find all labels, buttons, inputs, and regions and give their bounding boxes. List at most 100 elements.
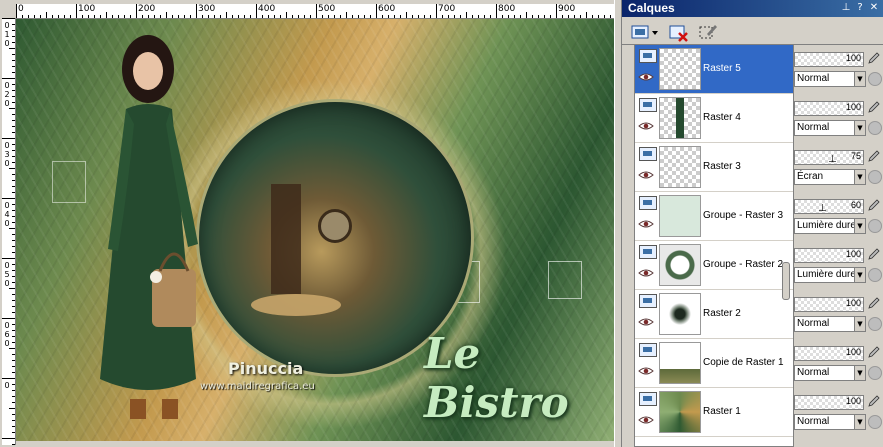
blend-mode-dropdown[interactable]: Écran ▼ — [794, 169, 866, 185]
lock-transparency-icon[interactable] — [868, 268, 882, 282]
delete-layer-icon — [669, 25, 688, 42]
ruler-tick — [12, 186, 15, 187]
opacity-slider[interactable]: 100 — [794, 248, 864, 263]
edit-pen-icon[interactable] — [867, 345, 881, 359]
opacity-value: 100 — [845, 396, 861, 406]
edit-selection-button[interactable] — [696, 21, 720, 43]
ruler-tick — [12, 114, 15, 115]
layer-name: Raster 2 — [703, 308, 741, 319]
visibility-eye-icon[interactable] — [638, 170, 654, 180]
opacity-slider[interactable]: 100 — [794, 346, 864, 361]
chevron-down-icon[interactable]: ▼ — [854, 219, 865, 233]
lock-transparency-icon[interactable] — [868, 72, 882, 86]
visibility-eye-icon[interactable] — [638, 72, 654, 82]
lock-transparency-icon[interactable] — [868, 415, 882, 429]
edit-pen-icon[interactable] — [867, 149, 881, 163]
chevron-down-icon[interactable]: ▼ — [854, 121, 865, 135]
palette-resize-grip[interactable] — [782, 262, 790, 300]
lock-transparency-icon[interactable] — [868, 121, 882, 135]
layer-row[interactable]: Raster 2 — [635, 290, 793, 339]
lock-transparency-icon[interactable] — [868, 170, 882, 184]
layer-row[interactable]: Groupe - Raster 3 — [635, 192, 793, 241]
chevron-down-icon[interactable]: ▼ — [854, 366, 865, 380]
blend-mode-dropdown[interactable]: Normal ▼ — [794, 316, 866, 332]
delete-layer-button[interactable] — [666, 21, 690, 43]
edit-pen-icon[interactable] — [867, 198, 881, 212]
ruler-tick — [70, 15, 71, 18]
blend-mode-dropdown[interactable]: Normal ▼ — [794, 71, 866, 87]
visibility-eye-icon[interactable] — [638, 415, 654, 425]
edit-pen-icon[interactable] — [867, 394, 881, 408]
ruler-tick — [12, 204, 15, 205]
ruler-tick — [154, 15, 155, 18]
opacity-slider[interactable]: 100 — [794, 52, 864, 67]
palette-titlebar[interactable]: Calques ⊥ ? ✕ — [622, 0, 883, 17]
blend-mode-dropdown[interactable]: Normal ▼ — [794, 414, 866, 430]
ruler-tick — [12, 354, 15, 355]
website-text: www.maidiregrafica.eu — [200, 381, 315, 392]
visibility-eye-icon[interactable] — [638, 317, 654, 327]
blend-mode-dropdown[interactable]: Lumière dure ▼ — [794, 267, 866, 283]
opacity-slider[interactable]: 60 ⊥ — [794, 199, 864, 214]
ruler-tick — [514, 15, 515, 18]
edit-pen-icon[interactable] — [867, 100, 881, 114]
visibility-eye-icon[interactable] — [638, 366, 654, 376]
panel-splitter[interactable] — [614, 0, 622, 447]
blend-mode-label: Normal — [797, 122, 830, 133]
edit-pen-icon[interactable] — [867, 247, 881, 261]
edit-pen-icon[interactable] — [867, 296, 881, 310]
opacity-slider[interactable]: 100 — [794, 101, 864, 116]
visibility-eye-icon[interactable] — [638, 268, 654, 278]
layer-name: Copie de Raster 1 — [703, 357, 784, 368]
ruler-tick — [12, 390, 15, 391]
edit-pen-icon[interactable] — [867, 51, 881, 65]
opacity-slider[interactable]: 100 — [794, 297, 864, 312]
ruler-label: 500 — [318, 4, 336, 14]
pin-icon[interactable]: ⊥ — [840, 2, 852, 14]
opacity-slider-thumb[interactable]: ⊥ — [828, 154, 837, 165]
layer-row[interactable]: Raster 1 — [635, 388, 793, 437]
ruler-tick — [12, 156, 15, 157]
ruler-tick — [12, 54, 15, 55]
chevron-down-icon[interactable]: ▼ — [854, 72, 865, 86]
layer-row[interactable]: Copie de Raster 1 — [635, 339, 793, 388]
ruler-label: 0 — [4, 201, 10, 210]
raster-layer-icon — [639, 147, 657, 161]
chevron-down-icon[interactable]: ▼ — [854, 268, 865, 282]
layer-thumbnail — [659, 48, 701, 90]
visibility-eye-icon[interactable] — [638, 121, 654, 131]
ruler-tick — [12, 276, 15, 277]
ruler-tick — [190, 15, 191, 18]
layer-row[interactable]: Raster 3 — [635, 143, 793, 192]
new-raster-layer-button[interactable] — [628, 21, 660, 43]
image-canvas[interactable]: Pinuccia www.maidiregrafica.eu Le Bistro — [16, 19, 614, 441]
help-icon[interactable]: ? — [854, 2, 866, 14]
ruler-tick — [12, 444, 15, 445]
visibility-eye-icon[interactable] — [638, 219, 654, 229]
lock-transparency-icon[interactable] — [868, 219, 882, 233]
close-icon[interactable]: ✕ — [868, 2, 880, 14]
blend-mode-dropdown[interactable]: Lumière dure ▼ — [794, 218, 866, 234]
ruler-tick — [178, 15, 179, 18]
layer-thumbnail — [659, 97, 701, 139]
decor-frame — [52, 161, 86, 203]
opacity-slider[interactable]: 75 ⊥ — [794, 150, 864, 165]
opacity-slider[interactable]: 100 — [794, 395, 864, 410]
ruler-tick — [12, 282, 15, 283]
layer-row[interactable]: Raster 5 — [635, 45, 793, 94]
chevron-down-icon[interactable]: ▼ — [854, 170, 865, 184]
bistro-table — [251, 294, 341, 316]
ruler-tick — [430, 15, 431, 18]
opacity-slider-thumb[interactable]: ⊥ — [818, 203, 827, 214]
chevron-down-icon[interactable]: ▼ — [854, 415, 865, 429]
chevron-down-icon[interactable]: ▼ — [854, 317, 865, 331]
ruler-tick — [274, 15, 275, 18]
blend-mode-dropdown[interactable]: Normal ▼ — [794, 365, 866, 381]
lock-transparency-icon[interactable] — [868, 366, 882, 380]
ruler-tick — [148, 15, 149, 18]
ruler-tick — [88, 15, 89, 18]
lock-transparency-icon[interactable] — [868, 317, 882, 331]
layer-row[interactable]: Raster 4 — [635, 94, 793, 143]
blend-mode-dropdown[interactable]: Normal ▼ — [794, 120, 866, 136]
layer-row[interactable]: Groupe - Raster 2 — [635, 241, 793, 290]
